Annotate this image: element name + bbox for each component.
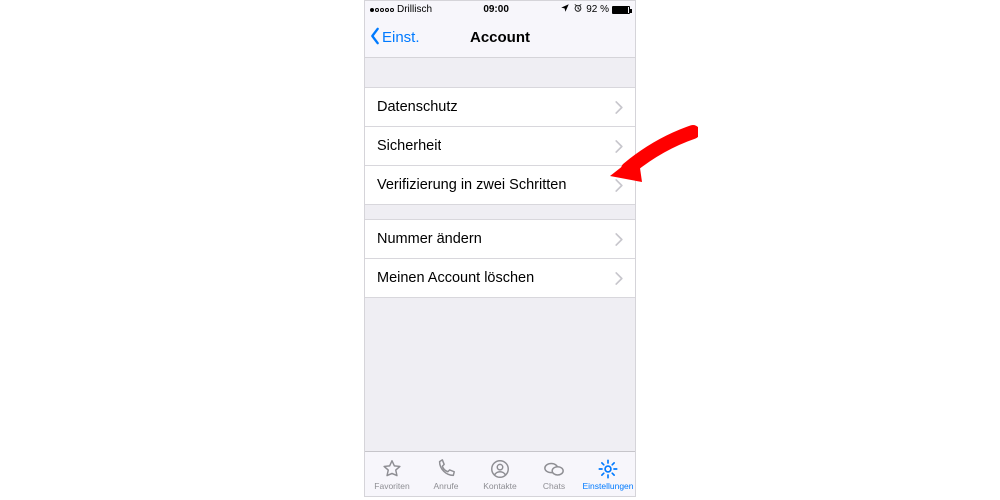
tab-anrufe[interactable]: Anrufe bbox=[419, 452, 473, 496]
status-right: 92 % bbox=[560, 3, 630, 16]
row-datenschutz[interactable]: Datenschutz bbox=[365, 88, 635, 127]
battery-icon bbox=[612, 6, 630, 14]
row-label: Sicherheit bbox=[377, 138, 441, 154]
tab-label: Kontakte bbox=[483, 481, 517, 491]
status-bar: Drillisch 09:00 92 % bbox=[365, 1, 635, 18]
chevron-left-icon bbox=[369, 27, 381, 49]
tab-bar: Favoriten Anrufe Kontakte Chats bbox=[365, 451, 635, 496]
row-account-loeschen[interactable]: Meinen Account löschen bbox=[365, 259, 635, 298]
chevron-right-icon bbox=[615, 179, 623, 192]
tab-kontakte[interactable]: Kontakte bbox=[473, 452, 527, 496]
chevron-right-icon bbox=[615, 140, 623, 153]
chat-icon bbox=[543, 458, 565, 480]
spacer bbox=[365, 58, 635, 87]
contact-icon bbox=[489, 458, 511, 480]
location-icon bbox=[560, 3, 570, 16]
group-2: Nummer ändern Meinen Account löschen bbox=[365, 219, 635, 298]
star-icon bbox=[381, 458, 403, 480]
group-1: Datenschutz Sicherheit Verifizierung in … bbox=[365, 87, 635, 205]
alarm-icon bbox=[573, 3, 583, 16]
row-label: Datenschutz bbox=[377, 99, 458, 115]
back-label: Einst. bbox=[382, 29, 420, 46]
signal-dots-icon bbox=[370, 8, 394, 12]
phone-icon bbox=[435, 458, 457, 480]
chevron-right-icon bbox=[615, 272, 623, 285]
tab-label: Anrufe bbox=[433, 481, 458, 491]
phone-screen: Drillisch 09:00 92 % Einst. bbox=[364, 0, 636, 497]
chevron-right-icon bbox=[615, 101, 623, 114]
battery-text: 92 % bbox=[586, 4, 609, 15]
carrier-label: Drillisch bbox=[397, 4, 432, 15]
page-title: Account bbox=[470, 29, 530, 46]
tab-label: Einstellungen bbox=[582, 481, 633, 491]
tab-einstellungen[interactable]: Einstellungen bbox=[581, 452, 635, 496]
chevron-right-icon bbox=[615, 233, 623, 246]
tab-favoriten[interactable]: Favoriten bbox=[365, 452, 419, 496]
row-verifizierung[interactable]: Verifizierung in zwei Schritten bbox=[365, 166, 635, 205]
tab-label: Chats bbox=[543, 481, 565, 491]
back-button[interactable]: Einst. bbox=[369, 18, 420, 57]
tab-chats[interactable]: Chats bbox=[527, 452, 581, 496]
spacer bbox=[365, 205, 635, 219]
row-label: Nummer ändern bbox=[377, 231, 482, 247]
row-label: Meinen Account löschen bbox=[377, 270, 534, 286]
tab-label: Favoriten bbox=[374, 481, 409, 491]
clock-label: 09:00 bbox=[483, 4, 509, 15]
status-left: Drillisch bbox=[370, 4, 432, 15]
nav-header: Einst. Account bbox=[365, 18, 635, 58]
row-label: Verifizierung in zwei Schritten bbox=[377, 177, 566, 193]
row-nummer-aendern[interactable]: Nummer ändern bbox=[365, 220, 635, 259]
row-sicherheit[interactable]: Sicherheit bbox=[365, 127, 635, 166]
gear-icon bbox=[597, 458, 619, 480]
content: Datenschutz Sicherheit Verifizierung in … bbox=[365, 58, 635, 451]
